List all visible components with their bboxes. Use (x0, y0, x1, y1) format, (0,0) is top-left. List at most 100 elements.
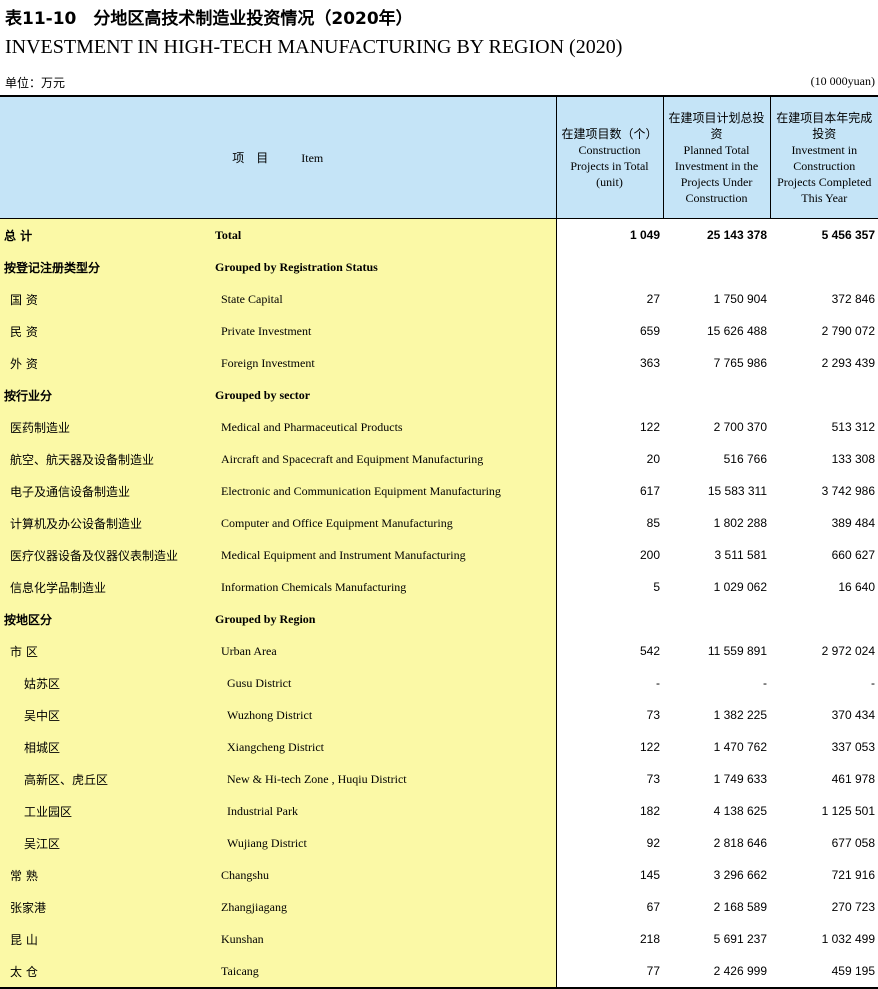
cell-planned-investment: 3 511 581 (714, 548, 768, 562)
cell-planned-investment: 11 559 891 (707, 644, 768, 658)
cell-planned-investment: 25 143 378 (706, 228, 768, 242)
header-planned-cn: 在建项目计划总投资 (668, 110, 765, 141)
table-row: 医疗仪器设备及仪器仪表制造业 Medical Equipment and Inst… (0, 539, 878, 571)
cell-completed-investment: 513 312 (831, 420, 876, 434)
cell-projects: 73 (555, 699, 664, 731)
cell-projects: 122 (555, 731, 664, 763)
cell-completed-investment (770, 603, 878, 635)
table-row: 吴中区 Wuzhong District 73 1 382 225 370 434 (0, 699, 878, 731)
table-row: 计算机及办公设备制造业 Computer and Office Equipment… (0, 507, 878, 539)
row-label-en: Medical Equipment and Instrument Manufac… (211, 539, 557, 571)
row-label-en: Grouped by Region (211, 603, 557, 635)
row-label-en: Gusu District (211, 667, 557, 699)
row-label-en: Information Chemicals Manufacturing (211, 571, 557, 603)
cell-planned-investment: 2 426 999 (663, 955, 771, 989)
row-label-en: State Capital (211, 283, 557, 315)
table-row: 市 区 Urban Area 542 11 559 891 2 972 024 (0, 635, 878, 667)
row-label-en: Xiangcheng District (211, 731, 557, 763)
cell-projects: 182 (555, 795, 664, 827)
row-label-cn: 医药制造业 (0, 411, 211, 443)
row-label-cn: 相城区 (0, 731, 211, 763)
cell-projects: 67 (555, 891, 664, 923)
header-item: 项 目 Item (0, 96, 557, 219)
cell-completed-investment: 2 293 439 (821, 356, 876, 370)
table-row: 吴江区 Wujiang District 92 2 818 646 677 058 (0, 827, 878, 859)
row-label-cn: 太 仓 (0, 955, 211, 989)
row-label-cn: 总 计 (0, 218, 211, 251)
unit-label-cn: 单位：万元 (5, 76, 66, 90)
row-label-en: Zhangjiagang (211, 891, 557, 923)
row-label-cn: 工业园区 (0, 795, 211, 827)
cell-projects: - (555, 667, 664, 699)
table-row: 工业园区 Industrial Park 182 4 138 625 1 125 501 (0, 795, 878, 827)
cell-completed-investment: 389 484 (831, 516, 876, 530)
cell-projects: 363 (555, 347, 664, 379)
row-label-en: Taicang (211, 955, 557, 989)
row-label-cn: 市 区 (0, 635, 211, 667)
cell-planned-investment (663, 251, 770, 283)
cell-completed-investment: 459 195 (770, 955, 878, 989)
row-label-en: Wujiang District (211, 827, 557, 859)
header-projects: 在建项目数（个） Construction Projects in Total … (555, 96, 664, 219)
cell-projects: 1 049 (555, 218, 664, 251)
cell-completed-investment: 3 742 986 (821, 484, 876, 498)
row-label-cn: 高新区、虎丘区 (0, 763, 211, 795)
cell-projects (555, 251, 664, 283)
row-label-cn: 张家港 (0, 891, 211, 923)
header-completed-cn: 在建项目本年完成投资 (776, 110, 873, 141)
cell-projects: 659 (555, 315, 664, 347)
table-row: 总 计 Total 1 049 25 143 378 5 456 357 (0, 218, 878, 251)
cell-planned-investment: 7 765 986 (713, 356, 768, 370)
cell-planned-investment: 516 766 (723, 452, 768, 466)
cell-projects: 92 (555, 827, 664, 859)
table-row: 医药制造业 Medical and Pharmaceutical Products… (0, 411, 878, 443)
table-row: 电子及通信设备制造业 Electronic and Communication E… (0, 475, 878, 507)
cell-planned-investment: 5 691 237 (713, 932, 768, 946)
header-planned-investment: 在建项目计划总投资 Planned Total Investment in th… (662, 96, 771, 219)
cell-planned-investment: 2 168 589 (713, 900, 768, 914)
row-label-en: Changshu (211, 859, 557, 891)
cell-projects: 20 (555, 443, 664, 475)
table-row: 高新区、虎丘区 New & Hi-tech Zone , Huqiu Distri… (0, 763, 878, 795)
row-label-en: Wuzhong District (211, 699, 557, 731)
cell-projects (555, 603, 664, 635)
table-row: 按地区分 Grouped by Region (0, 603, 878, 635)
cell-projects: 200 (555, 539, 664, 571)
cell-projects: 73 (555, 763, 664, 795)
table-row: 张家港 Zhangjiagang 67 2 168 589 270 723 (0, 891, 878, 923)
row-label-en: Urban Area (211, 635, 557, 667)
cell-completed-investment: 677 058 (831, 836, 876, 850)
row-label-en: Aircraft and Spacecraft and Equipment Ma… (211, 443, 557, 475)
table-row: 外 资 Foreign Investment 363 7 765 986 2 293 4… (0, 347, 878, 379)
row-label-cn: 按地区分 (0, 603, 211, 635)
cell-planned-investment: 15 626 488 (706, 324, 768, 338)
cell-planned-investment: 4 138 625 (713, 804, 768, 818)
cell-planned-investment (663, 379, 770, 411)
row-label-cn: 吴江区 (0, 827, 211, 859)
row-label-en: Private Investment (211, 315, 557, 347)
row-label-en: Computer and Office Equipment Manufactur… (211, 507, 557, 539)
table-row: 信息化学品制造业 Information Chemicals Manufactur… (0, 571, 878, 603)
table-row: 姑苏区 Gusu District - - - (0, 667, 878, 699)
header-item-en: Item (301, 150, 324, 165)
table-row: 民 资 Private Investment 659 15 626 488 2 790 … (0, 315, 878, 347)
cell-projects: 145 (555, 859, 664, 891)
cell-completed-investment: 5 456 357 (821, 228, 876, 242)
cell-completed-investment: 461 978 (831, 772, 876, 786)
cell-projects: 617 (555, 475, 664, 507)
cell-planned-investment: 1 749 633 (713, 772, 768, 786)
cell-planned-investment: 1 750 904 (713, 292, 768, 306)
cell-projects: 85 (555, 507, 664, 539)
row-label-cn: 医疗仪器设备及仪器仪表制造业 (0, 539, 211, 571)
row-label-cn: 吴中区 (0, 699, 211, 731)
row-label-cn: 外 资 (0, 347, 211, 379)
row-label-en: Industrial Park (211, 795, 557, 827)
row-label-cn: 姑苏区 (0, 667, 211, 699)
row-label-en: Total (211, 218, 557, 251)
table-row: 按行业分 Grouped by sector (0, 379, 878, 411)
row-label-cn: 航空、航天器及设备制造业 (0, 443, 211, 475)
unit-label-en: (10 000yuan) (810, 74, 875, 88)
header-completed-en: Investment in Construction Projects Comp… (777, 142, 872, 205)
cell-completed-investment: 372 846 (831, 292, 876, 306)
table-body: 总 计 Total 1 049 25 143 378 5 456 357 按登记注册类型分… (0, 218, 878, 989)
